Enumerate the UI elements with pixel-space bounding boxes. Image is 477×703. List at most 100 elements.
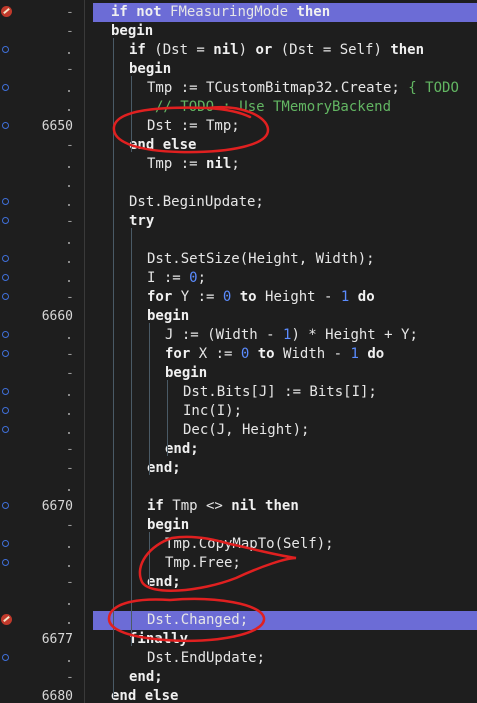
code-text: Dst.Changed; [147, 611, 248, 630]
code-editor[interactable]: - if not FMeasuringMode then - begin if (Dst… [0, 0, 477, 703]
breakpoint-icon[interactable] [1, 6, 12, 17]
code-line[interactable]: // TODO : Use TMemoryBackend [0, 98, 477, 117]
code-fold-marker[interactable]: - [66, 288, 74, 307]
line-marker [68, 413, 70, 415]
line-number: 6677 [41, 632, 73, 647]
code-text: try [129, 212, 154, 231]
code-line[interactable]: if (Dst = nil) or (Dst = Self) then [0, 41, 477, 60]
code-line[interactable]: 6677 finally [0, 630, 477, 649]
code-text: for Y := 0 to Height - 1 do [147, 288, 375, 307]
code-text: if not FMeasuringMode then [111, 3, 330, 22]
breakpoint-icon[interactable] [1, 614, 12, 625]
breakpoint-slot-icon[interactable] [2, 426, 9, 433]
code-line[interactable]: - for Y := 0 to Height - 1 do [0, 288, 477, 307]
code-line[interactable]: J := (Width - 1) * Height + Y; [0, 326, 477, 345]
code-line[interactable]: - begin [0, 364, 477, 383]
breakpoint-slot-icon[interactable] [2, 654, 9, 661]
code-text: Tmp := nil; [147, 155, 240, 174]
keyword-token: if [129, 42, 146, 58]
code-line[interactable]: - try [0, 212, 477, 231]
keyword-token: begin [129, 61, 172, 77]
breakpoint-slot-icon[interactable] [2, 198, 9, 205]
code-line[interactable]: 6650 Dst := Tmp; [0, 117, 477, 136]
keyword-token: nil [206, 156, 232, 172]
code-line[interactable]: - begin [0, 60, 477, 79]
code-line[interactable]: Dst.SetSize(Height, Width); [0, 250, 477, 269]
code-line[interactable]: - end; [0, 440, 477, 459]
breakpoint-slot-icon[interactable] [2, 540, 9, 547]
code-line[interactable]: 6670 if Tmp <> nil then [0, 497, 477, 516]
breakpoint-slot-icon[interactable] [2, 559, 9, 566]
code-text: Tmp.Free; [165, 554, 241, 573]
code-line[interactable] [0, 231, 477, 250]
code-token: Dst.BeginUpdate; [129, 194, 264, 210]
code-line[interactable]: - end; [0, 459, 477, 478]
breakpoint-slot-icon[interactable] [2, 331, 9, 338]
code-fold-marker[interactable]: - [66, 136, 74, 155]
code-line[interactable]: Dst.Bits[J] := Bits[I]; [0, 383, 477, 402]
code-text: for X := 0 to Width - 1 do [165, 345, 384, 364]
keyword-token: to [257, 346, 275, 362]
code-line[interactable] [0, 174, 477, 193]
code-line[interactable]: 6660 begin [0, 307, 477, 326]
code-line[interactable]: Dst.Changed; [0, 611, 477, 630]
code-token: (Dst = [145, 42, 214, 58]
code-line[interactable]: Tmp.CopyMapTo(Self); [0, 535, 477, 554]
code-line[interactable]: Dst.BeginUpdate; [0, 193, 477, 212]
code-line[interactable]: Dec(J, Height); [0, 421, 477, 440]
code-line[interactable]: Inc(I); [0, 402, 477, 421]
code-fold-marker[interactable]: - [66, 3, 74, 22]
code-line[interactable]: Dst.EndUpdate; [0, 649, 477, 668]
code-fold-marker[interactable]: - [66, 212, 74, 231]
code-text: begin [165, 364, 207, 383]
code-fold-marker[interactable]: - [66, 60, 74, 79]
breakpoint-slot-icon[interactable] [2, 407, 9, 414]
code-fold-marker[interactable]: - [66, 364, 74, 383]
code-line[interactable]: I := 0; [0, 269, 477, 288]
code-text: if (Dst = nil) or (Dst = Self) then [129, 41, 424, 60]
code-token: Dst.EndUpdate; [147, 650, 266, 666]
code-text: // TODO : Use TMemoryBackend [155, 98, 391, 117]
code-line[interactable] [0, 592, 477, 611]
code-fold-marker[interactable]: - [66, 573, 74, 592]
code-line[interactable]: - end else [0, 136, 477, 155]
breakpoint-slot-icon[interactable] [2, 255, 9, 262]
code-line[interactable]: - for X := 0 to Width - 1 do [0, 345, 477, 364]
code-line[interactable]: - if not FMeasuringMode then [0, 3, 477, 22]
code-fold-marker[interactable]: - [66, 345, 74, 364]
code-text: Dst.SetSize(Height, Width); [147, 250, 375, 269]
breakpoint-slot-icon[interactable] [2, 84, 9, 91]
code-line[interactable]: Tmp := TCustomBitmap32.Create; { TODO [0, 79, 477, 98]
code-fold-marker[interactable]: - [66, 22, 74, 41]
breakpoint-slot-icon[interactable] [2, 388, 9, 395]
code-token: Dst.SetSize(Height, Width); [147, 251, 375, 267]
code-line[interactable]: - begin [0, 22, 477, 41]
code-line[interactable]: 6680 end else [0, 687, 477, 703]
code-text: end else [129, 136, 196, 155]
code-line[interactable]: Tmp := nil; [0, 155, 477, 174]
code-fold-marker[interactable]: - [66, 459, 74, 478]
code-token: Dst.Changed; [147, 612, 249, 628]
code-line[interactable]: Tmp.Free; [0, 554, 477, 573]
code-line[interactable]: - end; [0, 668, 477, 687]
breakpoint-slot-icon[interactable] [2, 274, 9, 281]
breakpoint-slot-icon[interactable] [2, 293, 9, 300]
code-text: end; [165, 440, 199, 459]
keyword-token: end else [111, 688, 179, 703]
code-line[interactable]: - begin [0, 516, 477, 535]
comment-token: { TODO [408, 80, 459, 96]
line-marker [68, 52, 70, 54]
code-fold-marker[interactable]: - [66, 668, 74, 687]
code-text: finally [129, 630, 188, 649]
code-line[interactable] [0, 478, 477, 497]
breakpoint-slot-icon[interactable] [2, 122, 9, 129]
breakpoint-slot-icon[interactable] [2, 502, 9, 509]
breakpoint-slot-icon[interactable] [2, 217, 9, 224]
breakpoint-slot-icon[interactable] [2, 350, 9, 357]
code-fold-marker[interactable]: - [66, 516, 74, 535]
code-line[interactable]: - end; [0, 573, 477, 592]
code-fold-marker[interactable]: - [66, 440, 74, 459]
breakpoint-slot-icon[interactable] [2, 46, 9, 53]
